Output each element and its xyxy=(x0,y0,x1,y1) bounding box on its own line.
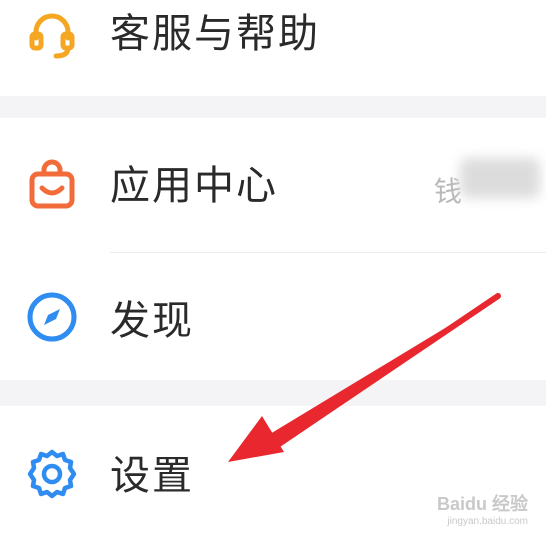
section-gap xyxy=(0,380,546,406)
menu-item-label: 设置 xyxy=(110,453,194,499)
menu-item-label: 客服与帮助 xyxy=(110,11,320,57)
menu-item-label: 发现 xyxy=(110,298,194,344)
menu-item-help[interactable]: 客服与帮助 xyxy=(0,0,546,96)
blurred-region xyxy=(460,158,540,198)
menu-item-app-center[interactable]: 应用中心 钱 xyxy=(0,118,546,252)
menu-item-discover[interactable]: 发现 xyxy=(0,253,546,380)
watermark-brand: Baidu 经验 xyxy=(436,494,528,514)
watermark-url: jingyan.baidu.com xyxy=(447,516,528,527)
section-gap xyxy=(0,96,546,118)
gear-icon xyxy=(24,446,80,502)
compass-icon xyxy=(24,289,80,345)
menu-item-label: 应用中心 xyxy=(110,163,278,209)
watermark: Baidu 经验 jingyan.baidu.com xyxy=(437,490,528,527)
headset-icon xyxy=(24,6,80,62)
shopping-bag-icon xyxy=(24,158,80,214)
